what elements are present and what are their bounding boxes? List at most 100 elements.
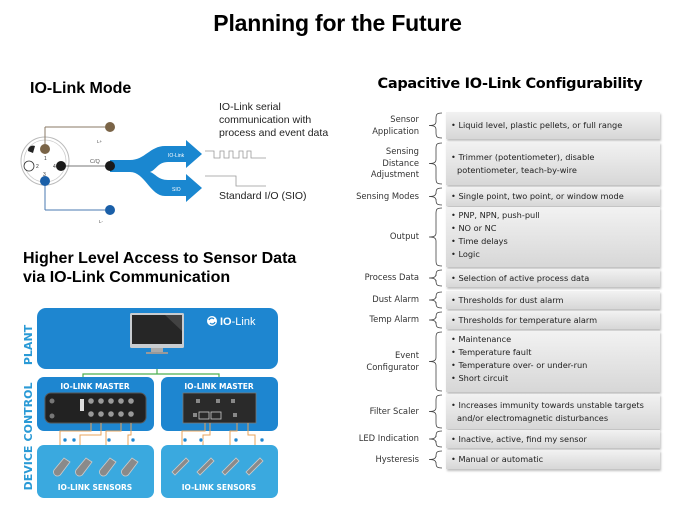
curly-brace-icon: [428, 269, 443, 287]
serial-label-line: communication with: [219, 114, 312, 126]
curly-brace-icon: [428, 187, 443, 206]
config-row-label: Sensor Application: [372, 114, 419, 137]
iolink-master-device-left-icon: [44, 392, 147, 424]
config-row-box: MaintenanceTemperature faultTemperature …: [446, 331, 660, 392]
page-title: Planning for the Future: [213, 10, 462, 36]
iolink-master-device-right-icon: [182, 392, 257, 424]
curly-brace-icon: [428, 450, 443, 469]
serial-waveform-icon: [205, 150, 266, 159]
config-row-label: Sensing Modes: [356, 191, 419, 203]
serial-label-line: IO-Link serial: [219, 101, 281, 113]
config-row: Process Data Selection of active process …: [345, 269, 665, 287]
arrow-label-iolink: IO-Link: [168, 153, 185, 159]
config-item: Single point, two point, or window mode: [450, 190, 623, 203]
config-row-box: Trimmer (potentiometer), disable potenti…: [446, 142, 660, 185]
config-row: Hysteresis Manual or automatic: [345, 450, 665, 469]
config-row-label-line: Process Data: [364, 272, 419, 283]
pin-label-1: 1: [44, 156, 47, 162]
wire-label-l-plus: L+: [97, 139, 103, 144]
config-row-label: Output: [390, 231, 419, 243]
connector-icon: 1 2 3 4 L+ C/Q L-: [20, 122, 115, 224]
pin-4-icon: [56, 161, 66, 171]
sio-waveform-icon: [205, 175, 266, 187]
pin-label-4: 4: [53, 164, 56, 170]
config-row-label-line: Distance: [382, 157, 419, 168]
arrow-label-sio: SIO: [172, 187, 181, 193]
access-heading-line: via IO-Link Communication: [23, 269, 231, 286]
pin-label-2: 2: [36, 164, 39, 170]
sensors-title-right: IO-LINK SENSORS: [182, 483, 256, 492]
level-label-plant: PLANT: [22, 324, 35, 365]
pin-1-icon: [40, 144, 50, 154]
master-title-left: IO-LINK MASTER: [60, 382, 130, 391]
standard-io-label: Standard I/O (SIO): [219, 190, 307, 202]
config-row-box: Increases immunity towards unstable targ…: [446, 394, 660, 429]
config-row: SensingDistanceAdjustment Trimmer (potent…: [345, 142, 665, 185]
config-row-label-line: Configurator: [366, 361, 419, 372]
config-row-box: Manual or automatic: [446, 450, 660, 469]
config-row-box: PNP, NPN, push-pullNO or NCTime delaysLo…: [446, 207, 660, 267]
config-row: Temp Alarm Thresholds for temperature ala…: [345, 311, 665, 329]
config-row: Filter Scaler Increases immunity towards …: [345, 394, 665, 429]
config-item: Trimmer (potentiometer), disable potenti…: [450, 151, 656, 177]
cable-connector-dots: [62, 437, 265, 443]
config-item: Short circuit: [450, 372, 656, 385]
config-item: Maintenance: [450, 333, 656, 346]
split-arrow-icon: IO-Link SIO: [105, 140, 202, 202]
brand-strong: IO: [220, 316, 232, 328]
config-row-label-line: Application: [372, 125, 419, 136]
config-row-label-line: Dust Alarm: [372, 294, 419, 305]
config-row-label: Event Configurator: [366, 350, 419, 373]
pin-label-3: 3: [43, 172, 46, 178]
curly-brace-icon: [428, 311, 443, 329]
config-row: EventConfiguratorMaintenanceTemperature …: [345, 331, 665, 392]
config-row-box: Single point, two point, or window mode: [446, 187, 660, 206]
pin-2-icon: [23, 160, 35, 172]
config-row-label-line: Sensing: [385, 146, 419, 157]
config-row-label-line: Filter Scaler: [369, 405, 419, 416]
config-item: Manual or automatic: [450, 453, 543, 466]
config-row-label: Sensing Distance Adjustment: [371, 146, 419, 181]
config-item: Selection of active process data: [450, 272, 589, 285]
config-item: Increases immunity towards unstable targ…: [450, 399, 656, 425]
config-row-label: Dust Alarm: [372, 294, 419, 306]
config-row-box: Inactive, active, find my sensor: [446, 430, 660, 448]
config-item: Thresholds for temperature alarm: [450, 314, 597, 327]
curly-brace-icon: [428, 394, 443, 429]
config-row: Sensing Modes Single point, two point, or…: [345, 187, 665, 206]
config-row-label-line: LED Indication: [358, 433, 419, 444]
monitor-icon: [130, 313, 184, 354]
config-row-label-line: Sensing Modes: [356, 190, 419, 201]
curly-brace-icon: [428, 291, 443, 309]
config-row-label: LED Indication: [359, 433, 419, 445]
iolink-architecture-diagram: PLANT CONTROL DEVICE IO-Link IO-LINK MAS…: [22, 308, 278, 498]
config-item: NO or NC: [450, 222, 656, 235]
config-row: SensorApplication Liquid level, plastic p…: [345, 112, 665, 139]
config-row-label: Filter Scaler: [370, 406, 419, 418]
access-heading-line: Higher Level Access to Sensor Data: [23, 250, 297, 267]
config-row-label-line: Output: [389, 231, 419, 242]
config-item: Temperature fault: [450, 346, 656, 359]
curly-brace-icon: [428, 430, 443, 448]
level-label-device: DEVICE: [22, 446, 35, 491]
wire-label-l-minus: L-: [99, 219, 104, 224]
config-item: Thresholds for dust alarm: [450, 294, 563, 307]
config-row-box: Thresholds for dust alarm: [446, 291, 660, 309]
svg-text:IO-Link: IO-Link: [220, 316, 256, 328]
config-item: Temperature over- or under-run: [450, 359, 656, 372]
config-row-label: Temp Alarm: [369, 314, 419, 326]
access-heading: Higher Level Access to Sensor Data via I…: [23, 249, 296, 287]
wire-label-cq: C/Q: [90, 159, 101, 165]
sensors-title-left: IO-LINK SENSORS: [58, 483, 132, 492]
config-row-label-line: Event: [395, 350, 419, 360]
config-row-label: Process Data: [365, 272, 419, 284]
master-title-right: IO-LINK MASTER: [184, 382, 254, 391]
curly-brace-icon: [428, 207, 443, 267]
config-item: Logic: [450, 248, 656, 261]
config-row-label: Hysteresis: [375, 454, 419, 466]
config-item: Time delays: [450, 235, 656, 248]
config-item: PNP, NPN, push-pull: [450, 209, 656, 222]
config-row-box: Thresholds for temperature alarm: [446, 311, 660, 329]
curly-brace-icon: [428, 331, 443, 392]
config-row-label-line: Temp Alarm: [369, 314, 419, 325]
